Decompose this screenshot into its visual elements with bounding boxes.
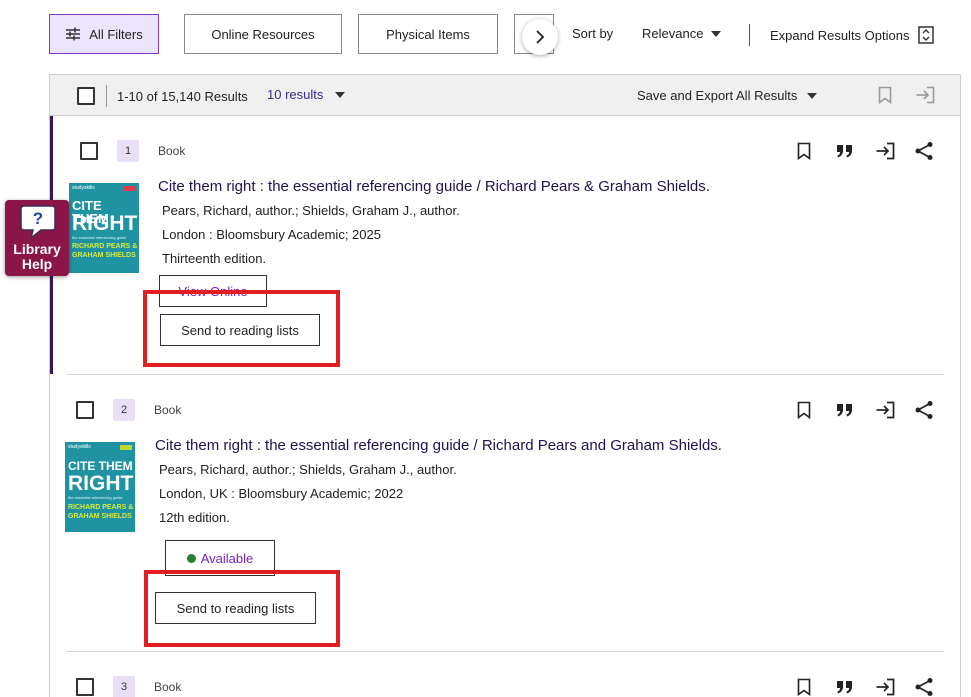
help-bubble-icon: ? [20, 205, 56, 240]
chevron-right-icon [536, 30, 545, 44]
cover-line-1: CITE THEM [68, 459, 133, 473]
toolbar-divider [749, 24, 750, 46]
record-3-checkbox[interactable] [76, 678, 94, 696]
record-1-type: Book [158, 144, 186, 158]
cover-line-2: RIGHT [68, 472, 134, 495]
record-3-type: Book [154, 680, 182, 694]
cover-brand: studyskills [68, 444, 91, 450]
record-1-cover-image[interactable]: studyskills CITE THEM RIGHT the essentia… [69, 183, 139, 273]
sort-value: Relevance [642, 26, 704, 41]
record-1-checkbox[interactable] [80, 142, 98, 160]
library-help-label: Library Help [5, 242, 69, 272]
physical-items-filter[interactable]: Physical Items [358, 14, 498, 54]
record-1-authors: Pears, Richard, author.; Shields, Graham… [162, 203, 460, 218]
expand-results-options-button[interactable]: Expand Results Options [770, 26, 935, 44]
cover-author-1: RICHARD PEARS & [72, 243, 138, 250]
online-resources-filter[interactable]: Online Resources [184, 14, 342, 54]
available-status-icon [186, 553, 196, 563]
record-2-type: Book [154, 403, 182, 417]
sort-dropdown[interactable]: Relevance [642, 26, 722, 41]
record-2-title-link[interactable]: Cite them right : the essential referenc… [155, 437, 722, 454]
cover-line-2: RIGHT [72, 212, 138, 235]
cover-author-2: GRAHAM SHIELDS [72, 252, 136, 259]
share-icon[interactable] [914, 141, 934, 161]
caret-down-icon [335, 91, 346, 98]
cover-subtitle: the essential referencing guide [68, 495, 123, 500]
record-2-availability-button[interactable]: Available [165, 540, 275, 576]
record-2-number: 2 [113, 399, 135, 421]
all-filters-label: All Filters [89, 26, 143, 42]
filter-sliders-icon [66, 27, 81, 41]
record-1-title-link[interactable]: Cite them right : the essential referenc… [158, 178, 710, 195]
cover-tag [120, 445, 132, 450]
cover-author-1: RICHARD PEARS & [68, 504, 134, 511]
export-arrow-icon[interactable] [915, 86, 935, 104]
bookmark-icon[interactable] [797, 678, 811, 696]
sort-label: Sort by [572, 26, 614, 41]
filters-scroll-next-button[interactable] [522, 19, 558, 55]
bookmark-icon[interactable] [797, 401, 811, 419]
cover-brand: studyskills [72, 185, 95, 191]
save-export-label: Save and Export All Results [637, 88, 798, 103]
all-filters-button[interactable]: All Filters [49, 14, 159, 54]
record-1-publisher: London : Bloomsbury Academic; 2025 [162, 227, 381, 242]
record-3-number: 3 [113, 676, 135, 697]
save-export-all-dropdown[interactable]: Save and Export All Results [637, 88, 818, 103]
cover-tag [124, 186, 136, 191]
record-1-send-to-reading-lists-button[interactable]: Send to reading lists [160, 314, 320, 346]
record-2-publisher: London, UK : Bloomsbury Academic; 2022 [159, 486, 404, 501]
cover-author-2: GRAHAM SHIELDS [68, 513, 132, 520]
record-2-authors: Pears, Richard, author.; Shields, Graham… [159, 462, 457, 477]
expand-options-icon [918, 26, 935, 44]
record-divider [66, 374, 944, 375]
bookmark-icon[interactable] [797, 142, 811, 160]
record-2-checkbox[interactable] [76, 401, 94, 419]
help-line-1: Library [13, 241, 61, 257]
results-count: 1-10 of 15,140 Results [117, 89, 248, 104]
share-icon[interactable] [914, 677, 934, 697]
record-1-view-online-button[interactable]: View Online [159, 275, 267, 307]
help-symbol: ? [33, 209, 43, 228]
record-1-number: 1 [117, 140, 139, 162]
citation-quote-icon[interactable] [836, 144, 854, 158]
share-icon[interactable] [914, 400, 934, 420]
filter-bar: All Filters Online Resources Physical It… [0, 14, 971, 55]
results-per-page-dropdown[interactable]: 10 results [267, 87, 346, 102]
citation-quote-icon[interactable] [836, 680, 854, 694]
results-per-page-value: 10 results [267, 87, 324, 102]
results-header: 1-10 of 15,140 Results 10 results Save a… [49, 74, 961, 116]
caret-down-icon [711, 30, 722, 37]
help-line-2: Help [21, 256, 53, 272]
export-arrow-icon[interactable] [875, 401, 895, 419]
export-arrow-icon[interactable] [875, 142, 895, 160]
record-2-cover-image[interactable]: studyskills CITE THEM RIGHT the essentia… [65, 442, 135, 532]
record-2-edition: 12th edition. [159, 510, 230, 525]
cover-subtitle: the essential referencing guide [72, 235, 127, 240]
record-2-availability-label: Available [200, 550, 254, 566]
citation-quote-icon[interactable] [836, 403, 854, 417]
record-divider [66, 651, 944, 652]
expand-options-label: Expand Results Options [770, 27, 910, 43]
export-arrow-icon[interactable] [875, 678, 895, 696]
caret-down-icon [807, 92, 818, 99]
header-divider [106, 85, 107, 107]
record-2-send-to-reading-lists-button[interactable]: Send to reading lists [155, 592, 316, 624]
record-1-edition: Thirteenth edition. [162, 251, 267, 266]
select-all-checkbox[interactable] [77, 87, 95, 105]
library-help-widget[interactable]: ? Library Help [5, 200, 69, 276]
bookmark-icon[interactable] [878, 86, 892, 104]
